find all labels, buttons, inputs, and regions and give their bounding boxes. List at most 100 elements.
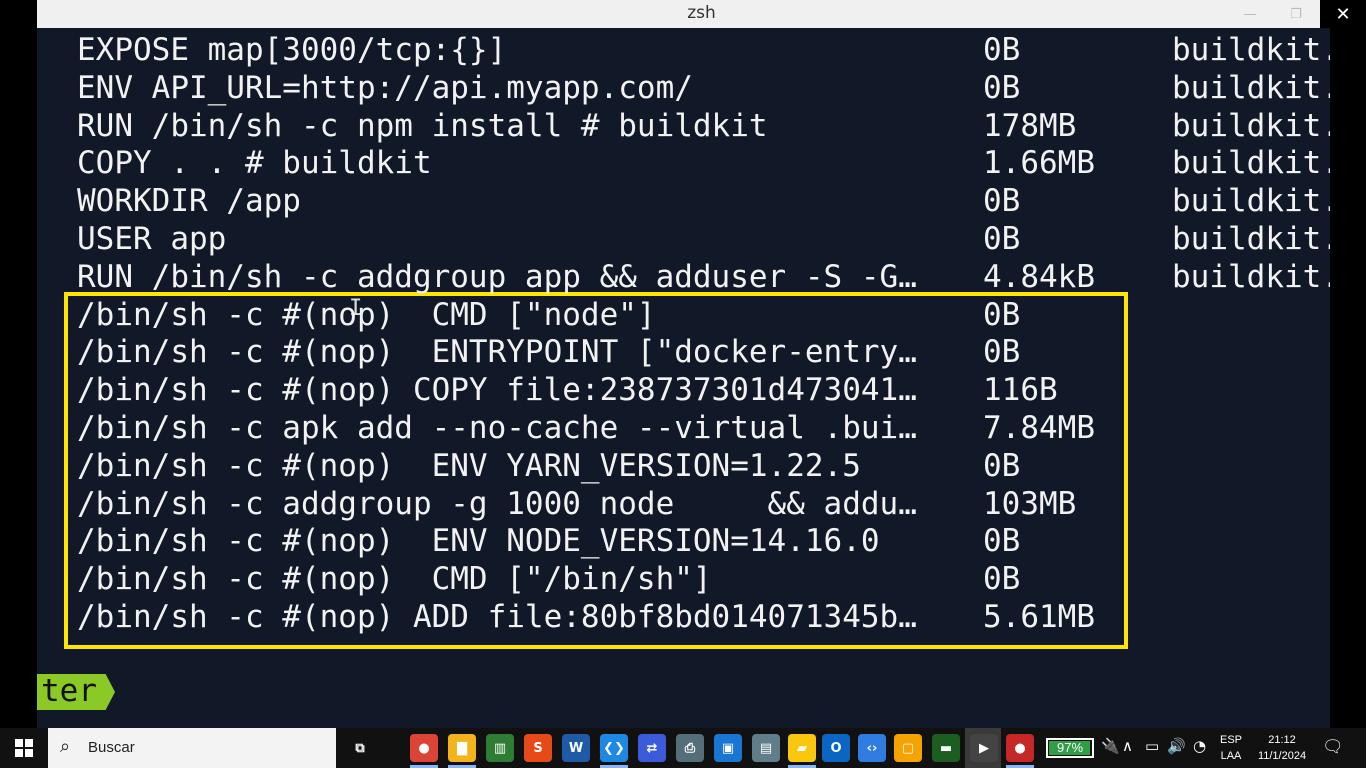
search-icon: ⌕	[60, 736, 71, 757]
layer-command: EXPOSE map[3000/tcp:{}]	[77, 32, 507, 68]
battery-tray-icon[interactable]: ▭	[1145, 737, 1159, 755]
volume-icon[interactable]: 🔊	[1167, 737, 1186, 755]
layer-size: 4.84kB	[983, 258, 1095, 295]
terminal-line: /bin/sh -c #(nop) ENTRYPOINT ["docker-en…	[37, 333, 1330, 371]
language-indicator[interactable]: ESP LAA	[1218, 732, 1244, 764]
terminal-line: RUN /bin/sh -c npm install # buildkit 178…	[37, 107, 1330, 145]
layer-size: 0B	[983, 69, 1021, 106]
layer-comment: buildkit.	[1172, 183, 1330, 220]
s-app-icon[interactable]: S	[524, 734, 552, 762]
layer-comment: buildkit.	[1172, 69, 1330, 106]
chart-app-icon[interactable]: ▥	[486, 734, 514, 762]
remote-desktop-icon[interactable]: ▣	[714, 734, 742, 762]
file-explorer-icon[interactable]: ▇	[448, 734, 476, 762]
clock-date: 11/1/2024	[1257, 750, 1307, 762]
media-player-icon[interactable]: ▶	[970, 734, 998, 762]
terminal-line: COPY . . # buildkit 1.66MB buildkit.	[37, 144, 1330, 182]
minimize-button[interactable]: —	[1227, 0, 1273, 28]
sticky-notes-icon[interactable]: ▰	[788, 734, 816, 762]
layer-command: /bin/sh -c #(nop) COPY file:238737301d47…	[77, 372, 917, 409]
language-layout: LAA	[1220, 750, 1242, 762]
layer-comment: buildkit.	[1172, 145, 1330, 182]
start-button[interactable]	[0, 728, 48, 768]
terminal-line: ENV API_URL=http://api.myapp.com/0B build…	[37, 69, 1330, 107]
layer-command: /bin/sh -c #(nop) CMD ["node"]	[77, 296, 656, 333]
layer-command: USER app	[77, 221, 227, 257]
layer-command: /bin/sh -c apk add --no-cache --virtual …	[77, 410, 917, 446]
layer-command: RUN /bin/sh -c npm install # buildkit	[77, 107, 768, 144]
layer-size: 103MB	[983, 485, 1077, 522]
terminal-line: /bin/sh -c addgroup -g 1000 node && addu…	[37, 485, 1330, 523]
language-code: ESP	[1219, 734, 1242, 746]
layer-size: 5.61MB	[983, 599, 1095, 635]
battery-indicator[interactable]: 97%	[1046, 738, 1094, 758]
clock-time: 21:12	[1268, 734, 1296, 746]
left-desktop-strip	[0, 0, 37, 728]
network-app-icon[interactable]: ⇄	[638, 734, 666, 762]
wifi-icon[interactable]: ◔	[1193, 737, 1206, 755]
layer-command: ENV API_URL=http://api.myapp.com/	[77, 69, 693, 106]
code-editor-icon[interactable]: ‹›	[858, 734, 886, 762]
box-app-icon[interactable]: ▢	[894, 734, 922, 762]
layer-command: COPY . . # buildkit	[77, 145, 432, 182]
battery-percent: 97%	[1056, 740, 1084, 755]
layer-comment: buildkit.	[1172, 221, 1330, 257]
layer-size: 1.66MB	[983, 145, 1095, 182]
layer-comment: buildkit.	[1172, 32, 1330, 68]
disk-app-icon[interactable]: ▤	[752, 734, 780, 762]
layer-comment: buildkit.	[1172, 258, 1330, 295]
terminal-line: /bin/sh -c #(nop) CMD ["/bin/sh"] 0B	[37, 560, 1330, 598]
close-button[interactable]: ✕	[1320, 0, 1366, 28]
terminal-app-icon[interactable]: ▬	[932, 734, 960, 762]
vscode-icon[interactable]: ❮❯	[600, 734, 628, 762]
terminal-line: /bin/sh -c #(nop) COPY file:238737301d47…	[37, 371, 1330, 409]
search-placeholder: Buscar	[88, 739, 135, 756]
outlook-icon[interactable]: O	[822, 734, 850, 762]
terminal-line: EXPOSE map[3000/tcp:{}] 0B buildkit.	[37, 31, 1330, 69]
terminal-line: USER app 0B buildkit.	[37, 220, 1330, 258]
layer-command: /bin/sh -c #(nop) CMD ["/bin/sh"]	[77, 561, 712, 598]
layer-size: 7.84MB	[983, 410, 1095, 446]
layer-command: /bin/sh -c #(nop) ENV NODE_VERSION=14.16…	[77, 523, 880, 560]
printer-app-icon[interactable]: ⎙	[676, 734, 704, 762]
layer-command: WORKDIR /app	[77, 183, 301, 220]
prompt-segment: ter	[37, 674, 115, 710]
terminal-line: RUN /bin/sh -c addgroup app && adduser -…	[37, 258, 1330, 296]
prompt-text: ter	[41, 673, 97, 709]
taskbar: ⌕ Buscar 97% 🔌 ∧ ▭ 🔊 ◔ ESP LAA 21:12 11/…	[0, 728, 1366, 768]
layer-size: 0B	[983, 32, 1021, 68]
terminal-line: /bin/sh -c #(nop) CMD ["node"] 0B	[37, 296, 1330, 334]
clock[interactable]: 21:12 11/1/2024	[1254, 732, 1310, 764]
window-title: zsh	[687, 3, 716, 23]
chevron-up-icon[interactable]: ∧	[1122, 737, 1133, 755]
layer-command: /bin/sh -c addgroup -g 1000 node && addu…	[77, 485, 917, 522]
layer-size: 116B	[983, 372, 1058, 409]
terminal-line: /bin/sh -c #(nop) ADD file:80bf8bd014071…	[37, 598, 1330, 636]
title-bar[interactable]: zsh — ❐ ✕	[37, 0, 1366, 28]
maximize-button[interactable]: ❐	[1273, 0, 1319, 28]
layer-size: 0B	[983, 334, 1021, 371]
layer-comment: buildkit.	[1172, 107, 1330, 144]
chrome-profile-icon[interactable]: ●	[1006, 734, 1034, 762]
task-view-icon[interactable]: ⧉	[346, 734, 374, 762]
taskbar-search-box[interactable]: ⌕ Buscar	[48, 728, 336, 768]
layer-size: 0B	[983, 523, 1021, 560]
terminal-window: zsh — ❐ ✕ I ter EXPOSE map[3000/tcp:{}] 0…	[37, 0, 1366, 728]
layer-size: 0B	[983, 561, 1021, 598]
windows-logo-icon	[15, 739, 33, 757]
power-plug-icon: 🔌	[1101, 737, 1120, 755]
chrome-icon[interactable]: ●	[410, 734, 438, 762]
terminal-line: /bin/sh -c #(nop) ENV NODE_VERSION=14.16…	[37, 522, 1330, 560]
word-icon[interactable]: W	[562, 734, 590, 762]
notification-icon[interactable]: 🗨	[1322, 737, 1344, 757]
layer-command: RUN /bin/sh -c addgroup app && adduser -…	[77, 258, 917, 295]
layer-size: 0B	[983, 296, 1021, 333]
layer-size: 0B	[983, 183, 1021, 220]
terminal-line: /bin/sh -c #(nop) ENV YARN_VERSION=1.22.…	[37, 447, 1330, 485]
terminal-line: /bin/sh -c apk add --no-cache --virtual …	[37, 409, 1330, 447]
layer-command: /bin/sh -c #(nop) ENTRYPOINT ["docker-en…	[77, 334, 917, 371]
layer-size: 178MB	[983, 107, 1077, 144]
terminal-output[interactable]: I ter EXPOSE map[3000/tcp:{}] 0B buildkit.…	[37, 28, 1330, 728]
layer-size: 0B	[983, 221, 1021, 257]
layer-command: /bin/sh -c #(nop) ENV YARN_VERSION=1.22.…	[77, 447, 861, 484]
